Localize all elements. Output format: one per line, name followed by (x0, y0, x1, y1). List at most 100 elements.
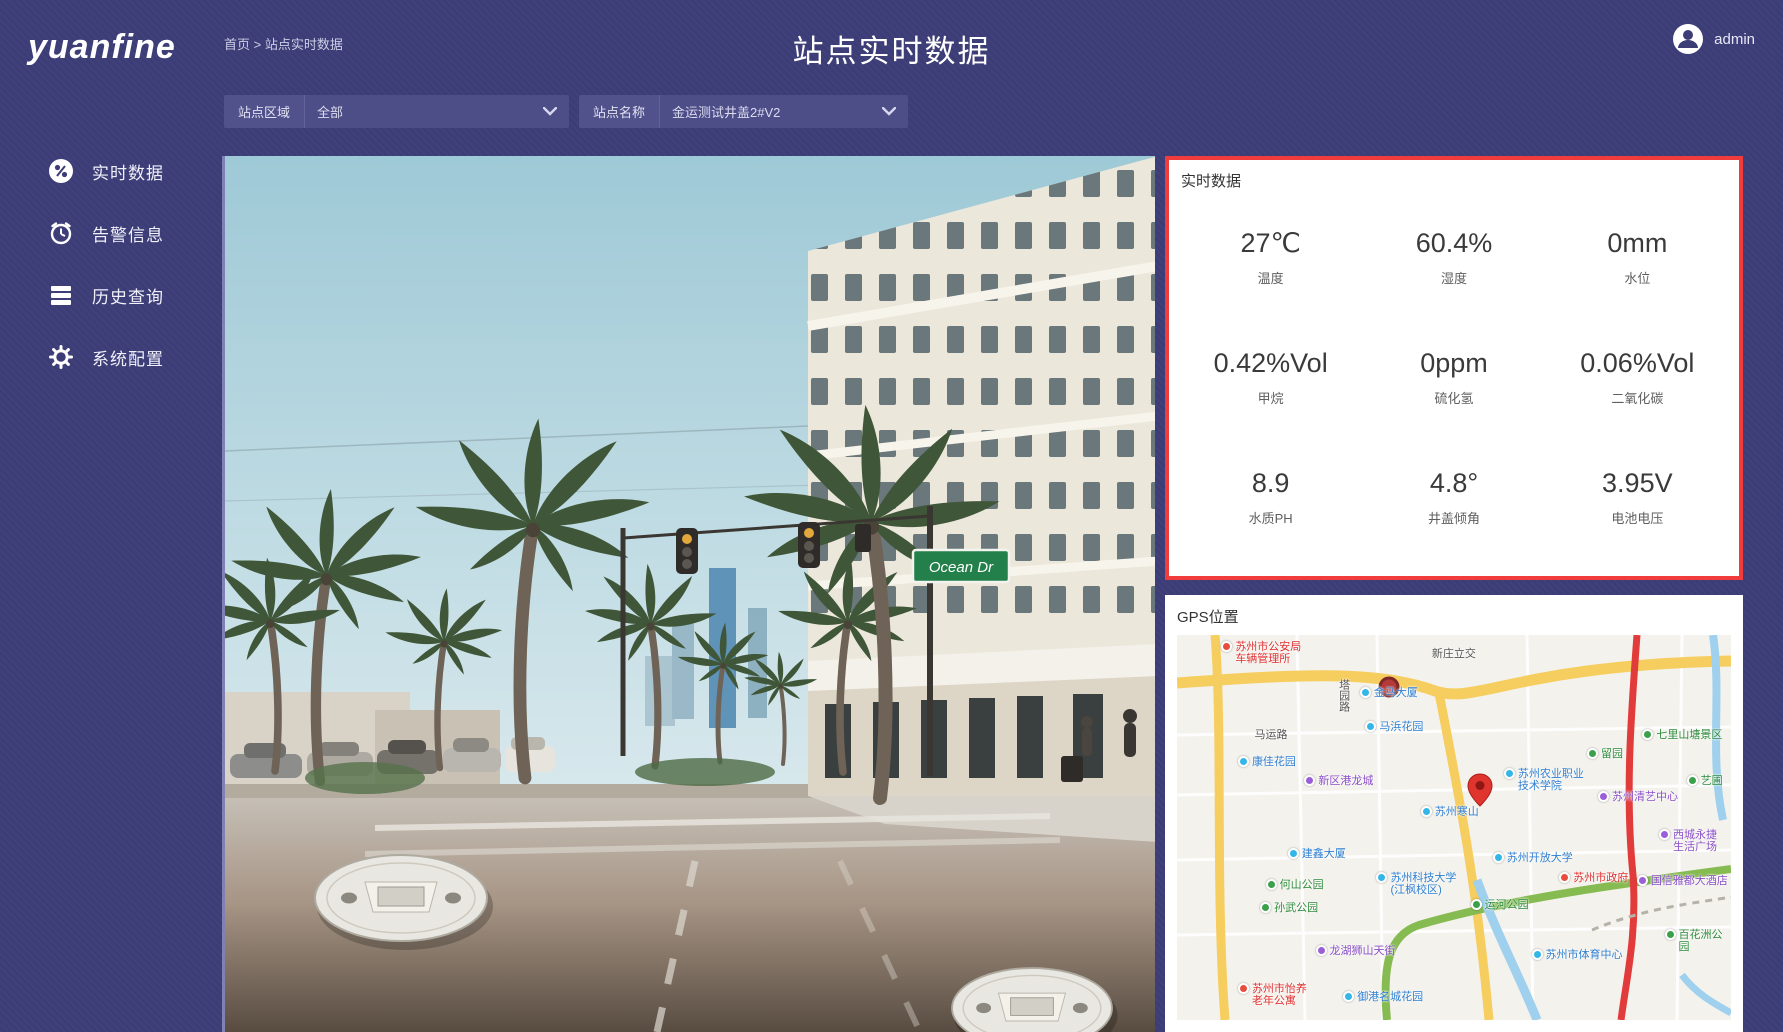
poi-marker-icon (1659, 829, 1670, 840)
poi-marker-icon (1642, 729, 1653, 740)
metric-cell: 3.95V 电池电压 (1546, 437, 1729, 557)
map-poi: 孙武公园 (1260, 902, 1318, 914)
site-filter-select[interactable]: 金运测试井盖2#V2 (660, 95, 908, 128)
map-poi: 七里山塘景区 (1642, 729, 1722, 741)
metric-label: 电池电压 (1611, 508, 1663, 527)
sidebar-item-system-config[interactable]: 系统配置 (0, 326, 218, 388)
poi-label: 留园 (1601, 748, 1623, 760)
map-poi: 金马大厦 (1360, 687, 1418, 699)
poi-label: 苏州开放大学 (1507, 852, 1573, 864)
poi-marker-icon (1665, 929, 1676, 940)
metric-label: 甲烷 (1258, 388, 1284, 407)
metric-label: 二氧化碳 (1611, 388, 1663, 407)
poi-label: 康佳花园 (1252, 756, 1296, 768)
sidebar-item-alarm-info[interactable]: 告警信息 (0, 202, 218, 264)
map-poi: 御港名城花园 (1343, 991, 1423, 1003)
poi-marker-icon (1288, 848, 1299, 859)
realtime-data-icon (48, 158, 74, 184)
poi-label: 苏州市政府 (1573, 872, 1628, 884)
realtime-data-panel: 实时数据 27℃ 温度 60.4% 湿度 0mm 水位 0.42%Vol 甲烷 (1165, 156, 1743, 580)
poi-label: 苏州农业职业 技术学院 (1518, 768, 1584, 792)
metric-value: 8.9 (1252, 468, 1290, 499)
poi-marker-icon (1471, 899, 1482, 910)
metric-value: 60.4% (1416, 228, 1493, 259)
map-poi: 百花洲公园 (1665, 929, 1731, 953)
metric-grid: 27℃ 温度 60.4% 湿度 0mm 水位 0.42%Vol 甲烷 0ppm … (1169, 191, 1739, 571)
poi-label: 苏州清艺中心 (1612, 791, 1678, 803)
poi-marker-icon (1304, 775, 1315, 786)
map-poi: 马浜花园 (1365, 721, 1423, 733)
poi-label: 西城永捷 生活广场 (1673, 829, 1717, 853)
poi-marker-icon (1316, 945, 1327, 956)
poi-marker-icon (1532, 949, 1543, 960)
metric-cell: 0ppm 硫化氢 (1362, 317, 1545, 437)
metric-label: 井盖倾角 (1428, 508, 1480, 527)
sidebar-item-realtime-data[interactable]: 实时数据 (0, 140, 218, 202)
realtime-panel-title: 实时数据 (1169, 160, 1739, 191)
poi-marker-icon (1365, 721, 1376, 732)
map-poi: 建鑫大厦 (1288, 848, 1346, 860)
gps-panel-title: GPS位置 (1165, 595, 1743, 635)
chevron-down-icon (543, 107, 557, 116)
location-pin-icon (1467, 773, 1493, 812)
site-filter: 站点名称 金运测试井盖2#V2 (579, 95, 908, 128)
map-poi: 新区港龙城 (1304, 775, 1373, 787)
metric-cell: 60.4% 湿度 (1362, 197, 1545, 317)
poi-label: 何山公园 (1280, 879, 1324, 891)
history-icon (48, 282, 74, 308)
sidebar-item-label: 历史查询 (92, 283, 164, 308)
settings-icon (48, 344, 74, 370)
region-filter: 站点区域 全部 (224, 95, 569, 128)
sidebar-item-label: 实时数据 (92, 159, 164, 184)
poi-marker-icon (1587, 748, 1598, 759)
poi-marker-icon (1559, 872, 1570, 883)
metric-label: 水位 (1624, 268, 1650, 287)
poi-marker-icon (1637, 875, 1648, 886)
filter-bar: 站点区域 全部 站点名称 金运测试井盖2#V2 (224, 95, 908, 128)
poi-label: 马运路 (1255, 729, 1288, 741)
poi-label: 苏州市怡养 老年公寓 (1252, 983, 1307, 1007)
map-poi: 龙湖狮山天街 (1316, 945, 1396, 957)
site-filter-label: 站点名称 (579, 95, 660, 128)
map-poi: 苏州市政府 (1559, 872, 1628, 884)
metric-value: 0mm (1607, 228, 1667, 259)
map-poi: 艺圃 (1687, 775, 1723, 787)
poi-marker-icon (1598, 791, 1609, 802)
poi-marker-icon (1238, 983, 1249, 994)
map-poi: 留园 (1587, 748, 1623, 760)
poi-label: 新庄立交 (1432, 648, 1476, 660)
sidebar-item-history-query[interactable]: 历史查询 (0, 264, 218, 326)
map-canvas[interactable]: 苏州市公安局 车辆管理所 新庄立交 塔园路 金马大厦 (1177, 635, 1731, 1020)
poi-marker-icon (1343, 991, 1354, 1002)
poi-marker-icon (1266, 879, 1277, 890)
street-sign: Ocean Dr (913, 550, 1009, 582)
metric-value: 0.06%Vol (1580, 348, 1694, 379)
map-roads (1177, 635, 1731, 1020)
metric-label: 水质PH (1249, 508, 1293, 527)
map-poi: 苏州市体育中心 (1532, 949, 1623, 961)
poi-label: 金马大厦 (1374, 687, 1418, 699)
map-poi: 马运路 (1255, 729, 1288, 741)
gps-panel: GPS位置 苏州市公安局 (1165, 595, 1743, 1032)
site-filter-value: 金运测试井盖2#V2 (672, 102, 780, 121)
poi-label: 龙湖狮山天街 (1330, 945, 1396, 957)
poi-marker-icon (1360, 687, 1371, 698)
map-poi: 康佳花园 (1238, 756, 1296, 768)
map-poi: 塔园路 (1338, 679, 1350, 712)
user-menu[interactable]: admin (1671, 22, 1755, 56)
poi-marker-icon (1687, 775, 1698, 786)
sidebar-item-label: 告警信息 (92, 221, 164, 246)
page-title: 站点实时数据 (0, 26, 1783, 71)
poi-label: 御港名城花园 (1357, 991, 1423, 1003)
map-poi: 何山公园 (1266, 879, 1324, 891)
map-poi: 苏州市怡养 老年公寓 (1238, 983, 1307, 1007)
map-poi: 苏州科技大学 (江枫校区) (1376, 872, 1456, 896)
poi-label: 苏州科技大学 (江枫校区) (1390, 872, 1456, 896)
sidebar: 实时数据 告警信息 历史查询 (0, 140, 218, 388)
poi-marker-icon (1504, 768, 1515, 779)
poi-label: 百花洲公园 (1679, 929, 1731, 953)
sidebar-item-label: 系统配置 (92, 345, 164, 370)
region-filter-select[interactable]: 全部 (305, 95, 569, 128)
poi-marker-icon (1221, 641, 1232, 652)
metric-cell: 0.06%Vol 二氧化碳 (1546, 317, 1729, 437)
